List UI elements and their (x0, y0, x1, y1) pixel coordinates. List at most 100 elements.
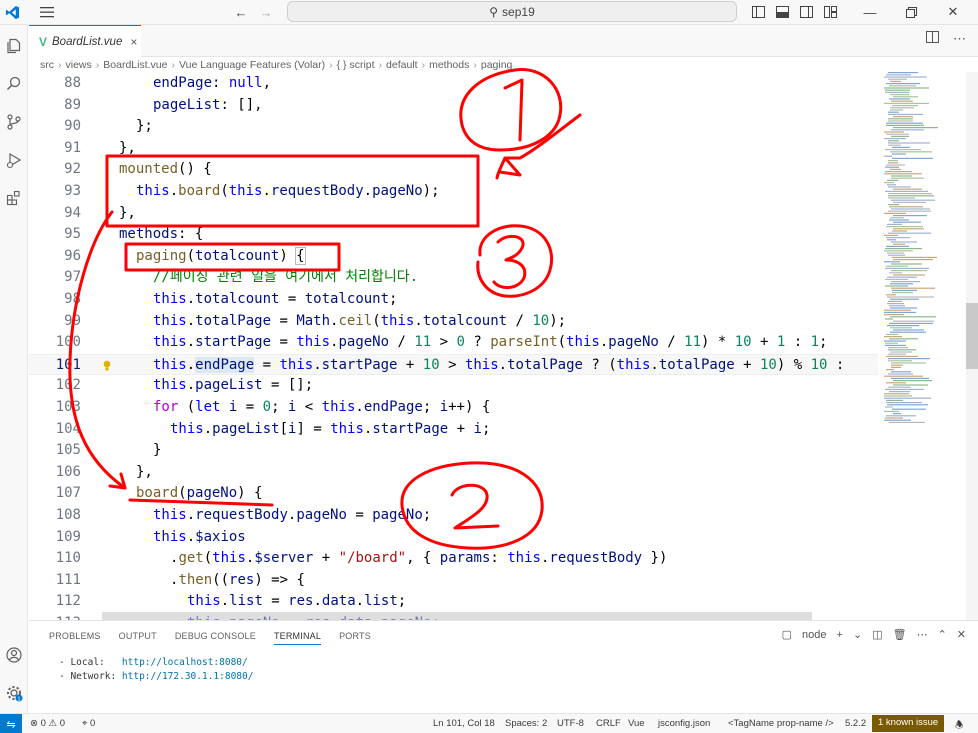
customize-layout-icon[interactable] (822, 3, 838, 21)
manage-gear-icon[interactable]: 1 (4, 682, 24, 704)
known-issue-badge[interactable]: 1 known issue (872, 715, 945, 732)
breadcrumb-item[interactable]: Vue Language Features (Volar) (179, 59, 325, 71)
toggle-sidebar-icon[interactable] (750, 3, 766, 21)
code-line[interactable]: 109 this.$axios (29, 527, 878, 549)
code-line[interactable]: 107 board(pageNo) { (29, 483, 878, 505)
panel-tab-debug-console[interactable]: DEBUG CONSOLE (175, 631, 256, 645)
split-editor-icon[interactable] (926, 31, 939, 47)
indentation-status[interactable]: Spaces: 2 (505, 718, 547, 729)
panel-more-icon[interactable]: ⋯ (917, 628, 928, 641)
code-line[interactable]: 101 this.endPage = this.startPage + 10 > … (29, 353, 878, 376)
code-line[interactable]: 88 endPage: null, (29, 73, 878, 95)
code-token: () { (178, 161, 212, 178)
code-line[interactable]: 96 paging(totalcount) { (29, 246, 878, 268)
panel-tab-output[interactable]: OUTPUT (119, 631, 157, 645)
cursor-position[interactable]: Ln 101, Col 18 (433, 718, 495, 729)
lightbulb-icon[interactable] (103, 358, 111, 371)
search-view-icon[interactable] (4, 73, 24, 95)
code-line[interactable]: 95 methods: { (29, 224, 878, 246)
tab-boardlist-vue[interactable]: V BoardList.vue × (29, 25, 141, 57)
minimap[interactable] (878, 72, 966, 620)
code-line[interactable]: 111 .then((res) => { (29, 570, 878, 592)
menu-icon[interactable] (38, 3, 56, 21)
panel-tab-ports[interactable]: PORTS (339, 631, 371, 645)
close-panel-icon[interactable]: ✕ (957, 628, 966, 641)
code-line[interactable]: 104 this.pageList[i] = this.startPage + i… (29, 419, 878, 441)
kill-terminal-icon[interactable]: 🗑 (893, 628, 907, 641)
encoding-status[interactable]: UTF-8 (557, 718, 584, 729)
toggle-secondary-sidebar-icon[interactable] (798, 3, 814, 21)
code-line[interactable]: 100 this.startPage = this.pageNo / 11 > 0… (29, 332, 878, 354)
terminal-link-network[interactable]: http://172.30.1.1:8080/ (122, 671, 254, 682)
ports-status[interactable]: ⌖ 0 (82, 718, 95, 729)
account-icon[interactable] (4, 644, 24, 666)
line-number: 101 (55, 356, 81, 373)
minimap-line (888, 113, 923, 115)
terminal-link-local[interactable]: http://localhost:8080/ (122, 657, 248, 668)
back-arrow-icon[interactable]: ← (233, 3, 249, 21)
language-status[interactable]: Vue (628, 718, 645, 729)
command-center-search[interactable]: ⚲ sep19 (287, 1, 737, 22)
tab-close-icon[interactable]: × (130, 35, 137, 49)
breadcrumb-item[interactable]: methods (429, 59, 469, 71)
extensions-icon[interactable] (4, 187, 24, 209)
code-line[interactable]: 92 mounted() { (29, 159, 878, 181)
code-token: . (186, 356, 196, 373)
minimap-line (886, 265, 908, 267)
toggle-panel-icon[interactable] (774, 3, 790, 21)
breadcrumb-item[interactable]: paging (481, 59, 513, 71)
code-line[interactable]: 93 this.board(this.requestBody.pageNo); (29, 181, 878, 203)
terminal-dropdown-icon[interactable]: ⌄ (853, 628, 862, 641)
code-editor[interactable]: 88 endPage: null, 89 pageList: [], 90}; 91}, 9… (29, 72, 878, 620)
jsconfig-status[interactable]: jsconfig.json (658, 718, 710, 729)
code-line[interactable]: 106}, (29, 462, 878, 484)
activity-bar: 1 (0, 25, 28, 713)
more-actions-icon[interactable]: ⋯ (953, 31, 966, 47)
panel-tab-problems[interactable]: PROBLEMS (49, 631, 101, 645)
code-line[interactable]: 89 pageList: [], (29, 95, 878, 117)
code-line[interactable]: 98 this.totalcount = totalcount; (29, 289, 878, 311)
code-line[interactable]: 103 for (let i = 0; i < this.endPage; i++… (29, 397, 878, 419)
minimap-line (885, 344, 906, 346)
terminal-shell-name[interactable]: node (802, 629, 826, 641)
code-token: this (153, 291, 187, 307)
code-token: ; (422, 507, 432, 523)
breadcrumb-item[interactable]: src (40, 59, 54, 71)
vertical-scrollbar-thumb[interactable] (966, 303, 978, 369)
eol-status[interactable]: CRLF (596, 718, 621, 729)
split-terminal-icon[interactable]: ◫ (872, 628, 882, 641)
code-line[interactable]: 99 this.totalPage = Math.ceil(this.totalc… (29, 311, 878, 333)
ts-version-status[interactable]: 5.2.2 (845, 718, 866, 729)
code-line[interactable]: 90}; (29, 116, 878, 138)
code-line[interactable]: 112 this.list = res.data.list; (29, 591, 878, 613)
restore-icon[interactable] (903, 3, 919, 21)
tagname-status[interactable]: <TagName prop-name /> (728, 718, 834, 729)
code-line[interactable]: 105} (29, 440, 878, 462)
breadcrumb-item[interactable]: { } script (337, 59, 375, 71)
breadcrumb-item[interactable]: default (386, 59, 418, 71)
problems-status[interactable]: ⊗ 0 ⚠ 0 (30, 718, 65, 729)
code-line[interactable]: 91}, (29, 138, 878, 160)
breadcrumb-item[interactable]: views (66, 59, 92, 71)
code-line[interactable]: 110 .get(this.$server + "/board", { param… (29, 548, 878, 570)
minimize-icon[interactable]: — (862, 3, 878, 21)
code-token: this (153, 377, 187, 394)
run-debug-icon[interactable] (4, 149, 24, 171)
horizontal-scrollbar[interactable] (102, 612, 812, 620)
new-terminal-icon[interactable]: + (837, 629, 843, 641)
maximize-panel-icon[interactable]: ⌃ (938, 628, 947, 641)
code-line[interactable]: 94}, (29, 203, 878, 225)
code-token: this (279, 356, 314, 373)
breadcrumb-item[interactable]: BoardList.vue (103, 59, 167, 71)
notifications-bell-icon[interactable]: 🕭 (955, 718, 964, 733)
code-line[interactable]: 97 //페이징 관련 일을 여기에서 처리합니다. (29, 267, 878, 289)
vscode-logo-icon (4, 3, 20, 21)
remote-indicator-icon[interactable]: ⇋ (0, 714, 22, 733)
code-line[interactable]: 102 this.pageList = []; (29, 375, 878, 397)
panel-tab-terminal[interactable]: TERMINAL (273, 631, 322, 645)
explorer-icon[interactable] (4, 35, 24, 57)
source-control-icon[interactable] (4, 111, 24, 133)
forward-arrow-icon[interactable]: → (258, 3, 274, 21)
close-window-icon[interactable]: ✕ (945, 3, 961, 21)
code-line[interactable]: 108 this.requestBody.pageNo = pageNo; (29, 505, 878, 527)
